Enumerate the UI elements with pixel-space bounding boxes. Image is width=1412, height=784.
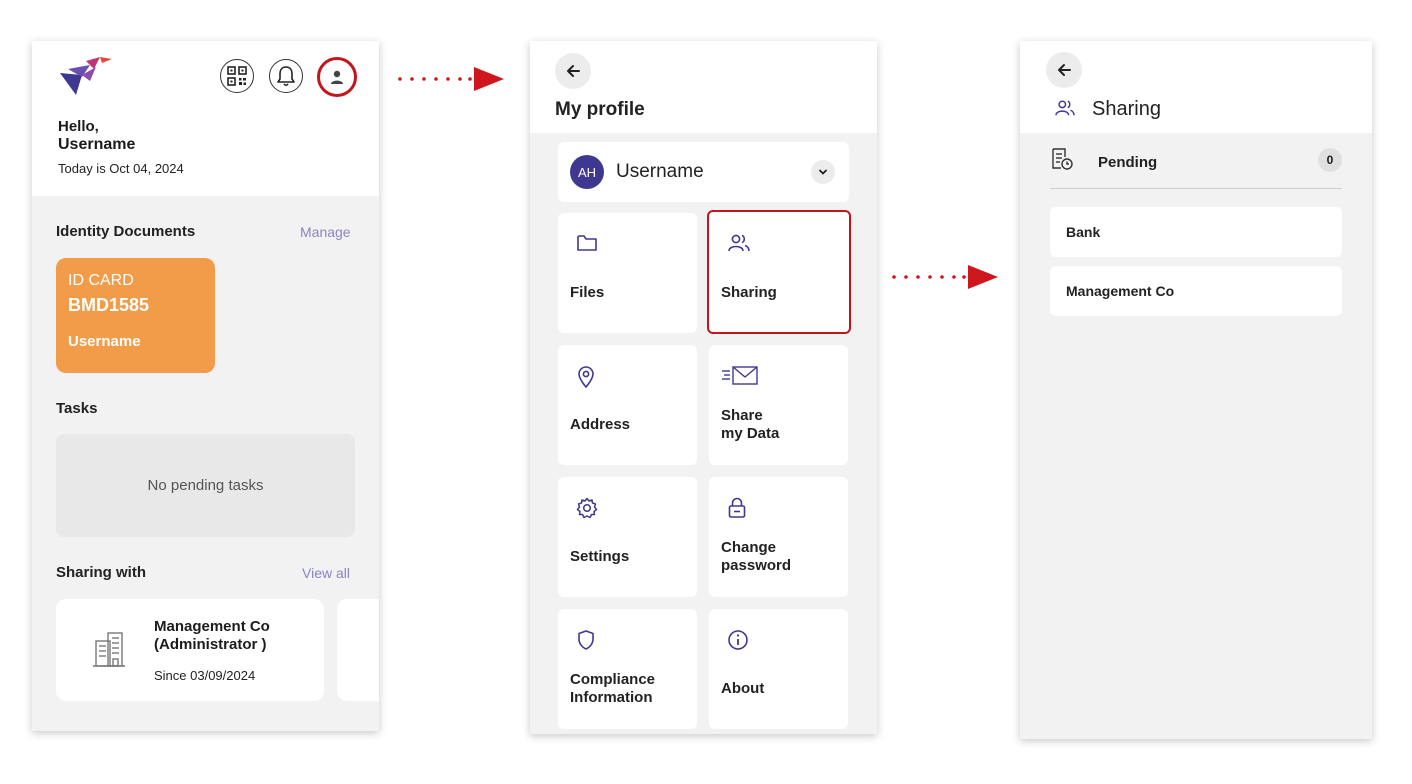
tile-label: About	[721, 680, 765, 697]
tile-label: Address	[570, 416, 631, 433]
gear-icon	[576, 497, 598, 519]
mail-send-icon	[722, 366, 758, 385]
profile-header: My profile	[530, 41, 877, 133]
sharing-with-title: Sharing with	[56, 564, 146, 581]
id-card-type: ID CARD	[68, 272, 134, 289]
id-card[interactable]: ID CARD BMD1585 Username	[56, 258, 215, 373]
back-button[interactable]	[555, 53, 591, 89]
user-selector[interactable]: AH Username	[558, 142, 849, 202]
tile-about[interactable]: About	[709, 609, 848, 729]
arrow-left-icon	[567, 65, 580, 77]
tile-sharing[interactable]: Sharing	[707, 210, 851, 334]
org-card-bank[interactable]: Bank	[1050, 207, 1342, 257]
pending-row[interactable]: Pending 0	[1050, 145, 1342, 189]
org-card-management-co[interactable]: Management Co	[1050, 266, 1342, 316]
tile-label: Change password	[721, 539, 792, 574]
sharing-card-next[interactable]	[337, 599, 379, 701]
info-icon	[728, 630, 748, 650]
sharing-header: Sharing	[1020, 41, 1372, 133]
avatar: AH	[570, 155, 604, 189]
sharing-screen: Sharing Pending 0 Bank Management Co	[1020, 41, 1372, 739]
tile-change-password[interactable]: Change password	[709, 477, 848, 597]
users-icon	[1055, 100, 1075, 116]
tile-compliance-information[interactable]: Compliance Information	[558, 609, 697, 729]
id-card-number: BMD1585	[68, 295, 150, 315]
sharing-card-since: Since 03/09/2024	[154, 668, 256, 683]
identity-documents-title: Identity Documents	[56, 223, 196, 240]
shield-icon	[578, 630, 594, 650]
pending-label: Pending	[1098, 154, 1158, 171]
id-card-holder: Username	[68, 333, 141, 350]
greeting: Hello,	[58, 118, 99, 135]
tasks-empty-text: No pending tasks	[147, 477, 264, 494]
tile-label: Settings	[570, 548, 630, 565]
profile-icon	[331, 70, 343, 84]
home-screen: Hello, Username Today is Oct 04, 2024 Id…	[32, 41, 379, 731]
sharing-card-name: Management Co (Administrator )	[154, 618, 270, 653]
pending-document-icon	[1052, 148, 1073, 170]
flow-arrow-2	[892, 265, 998, 289]
view-all-link[interactable]: View all	[302, 565, 350, 581]
flow-arrow-1	[398, 67, 504, 91]
tile-label: Files	[570, 284, 605, 301]
page-title: My profile	[555, 99, 645, 120]
tile-label: Sharing	[721, 284, 777, 301]
logo-bird-icon	[60, 57, 112, 95]
chevron-down-icon[interactable]	[811, 160, 835, 184]
tile-share-my-data[interactable]: Share my Data	[709, 345, 848, 465]
tile-label: Share my Data	[721, 407, 780, 442]
tile-files[interactable]: Files	[558, 213, 697, 333]
bell-icon	[277, 66, 295, 87]
notifications-button[interactable]	[269, 59, 303, 93]
pending-count-badge: 0	[1318, 148, 1342, 172]
folder-icon	[577, 235, 597, 251]
today-date: Today is Oct 04, 2024	[58, 161, 184, 176]
greeting-username: Username	[58, 136, 136, 153]
qr-code-button[interactable]	[220, 59, 254, 93]
tile-settings[interactable]: Settings	[558, 477, 697, 597]
sharing-card[interactable]: Management Co (Administrator ) Since 03/…	[56, 599, 324, 701]
home-header: Hello, Username Today is Oct 04, 2024	[32, 41, 379, 196]
tasks-empty-state: No pending tasks	[56, 434, 355, 537]
tasks-title: Tasks	[56, 400, 98, 417]
profile-button[interactable]	[317, 57, 357, 97]
selected-username: Username	[616, 161, 704, 182]
lock-icon	[728, 497, 746, 518]
tile-address[interactable]: Address	[558, 345, 697, 465]
users-icon	[728, 234, 750, 252]
tile-label: Compliance Information	[570, 671, 656, 706]
arrow-left-icon	[1058, 64, 1071, 76]
building-icon	[93, 632, 125, 667]
manage-link[interactable]: Manage	[300, 224, 351, 240]
back-button[interactable]	[1046, 52, 1082, 88]
org-name: Management Co	[1066, 283, 1175, 299]
profile-screen: My profile AH Username Files Sharing Add…	[530, 41, 877, 734]
org-name: Bank	[1066, 224, 1101, 240]
qr-code-icon	[227, 66, 247, 86]
map-pin-icon	[578, 366, 594, 389]
page-title: Sharing	[1092, 98, 1161, 120]
